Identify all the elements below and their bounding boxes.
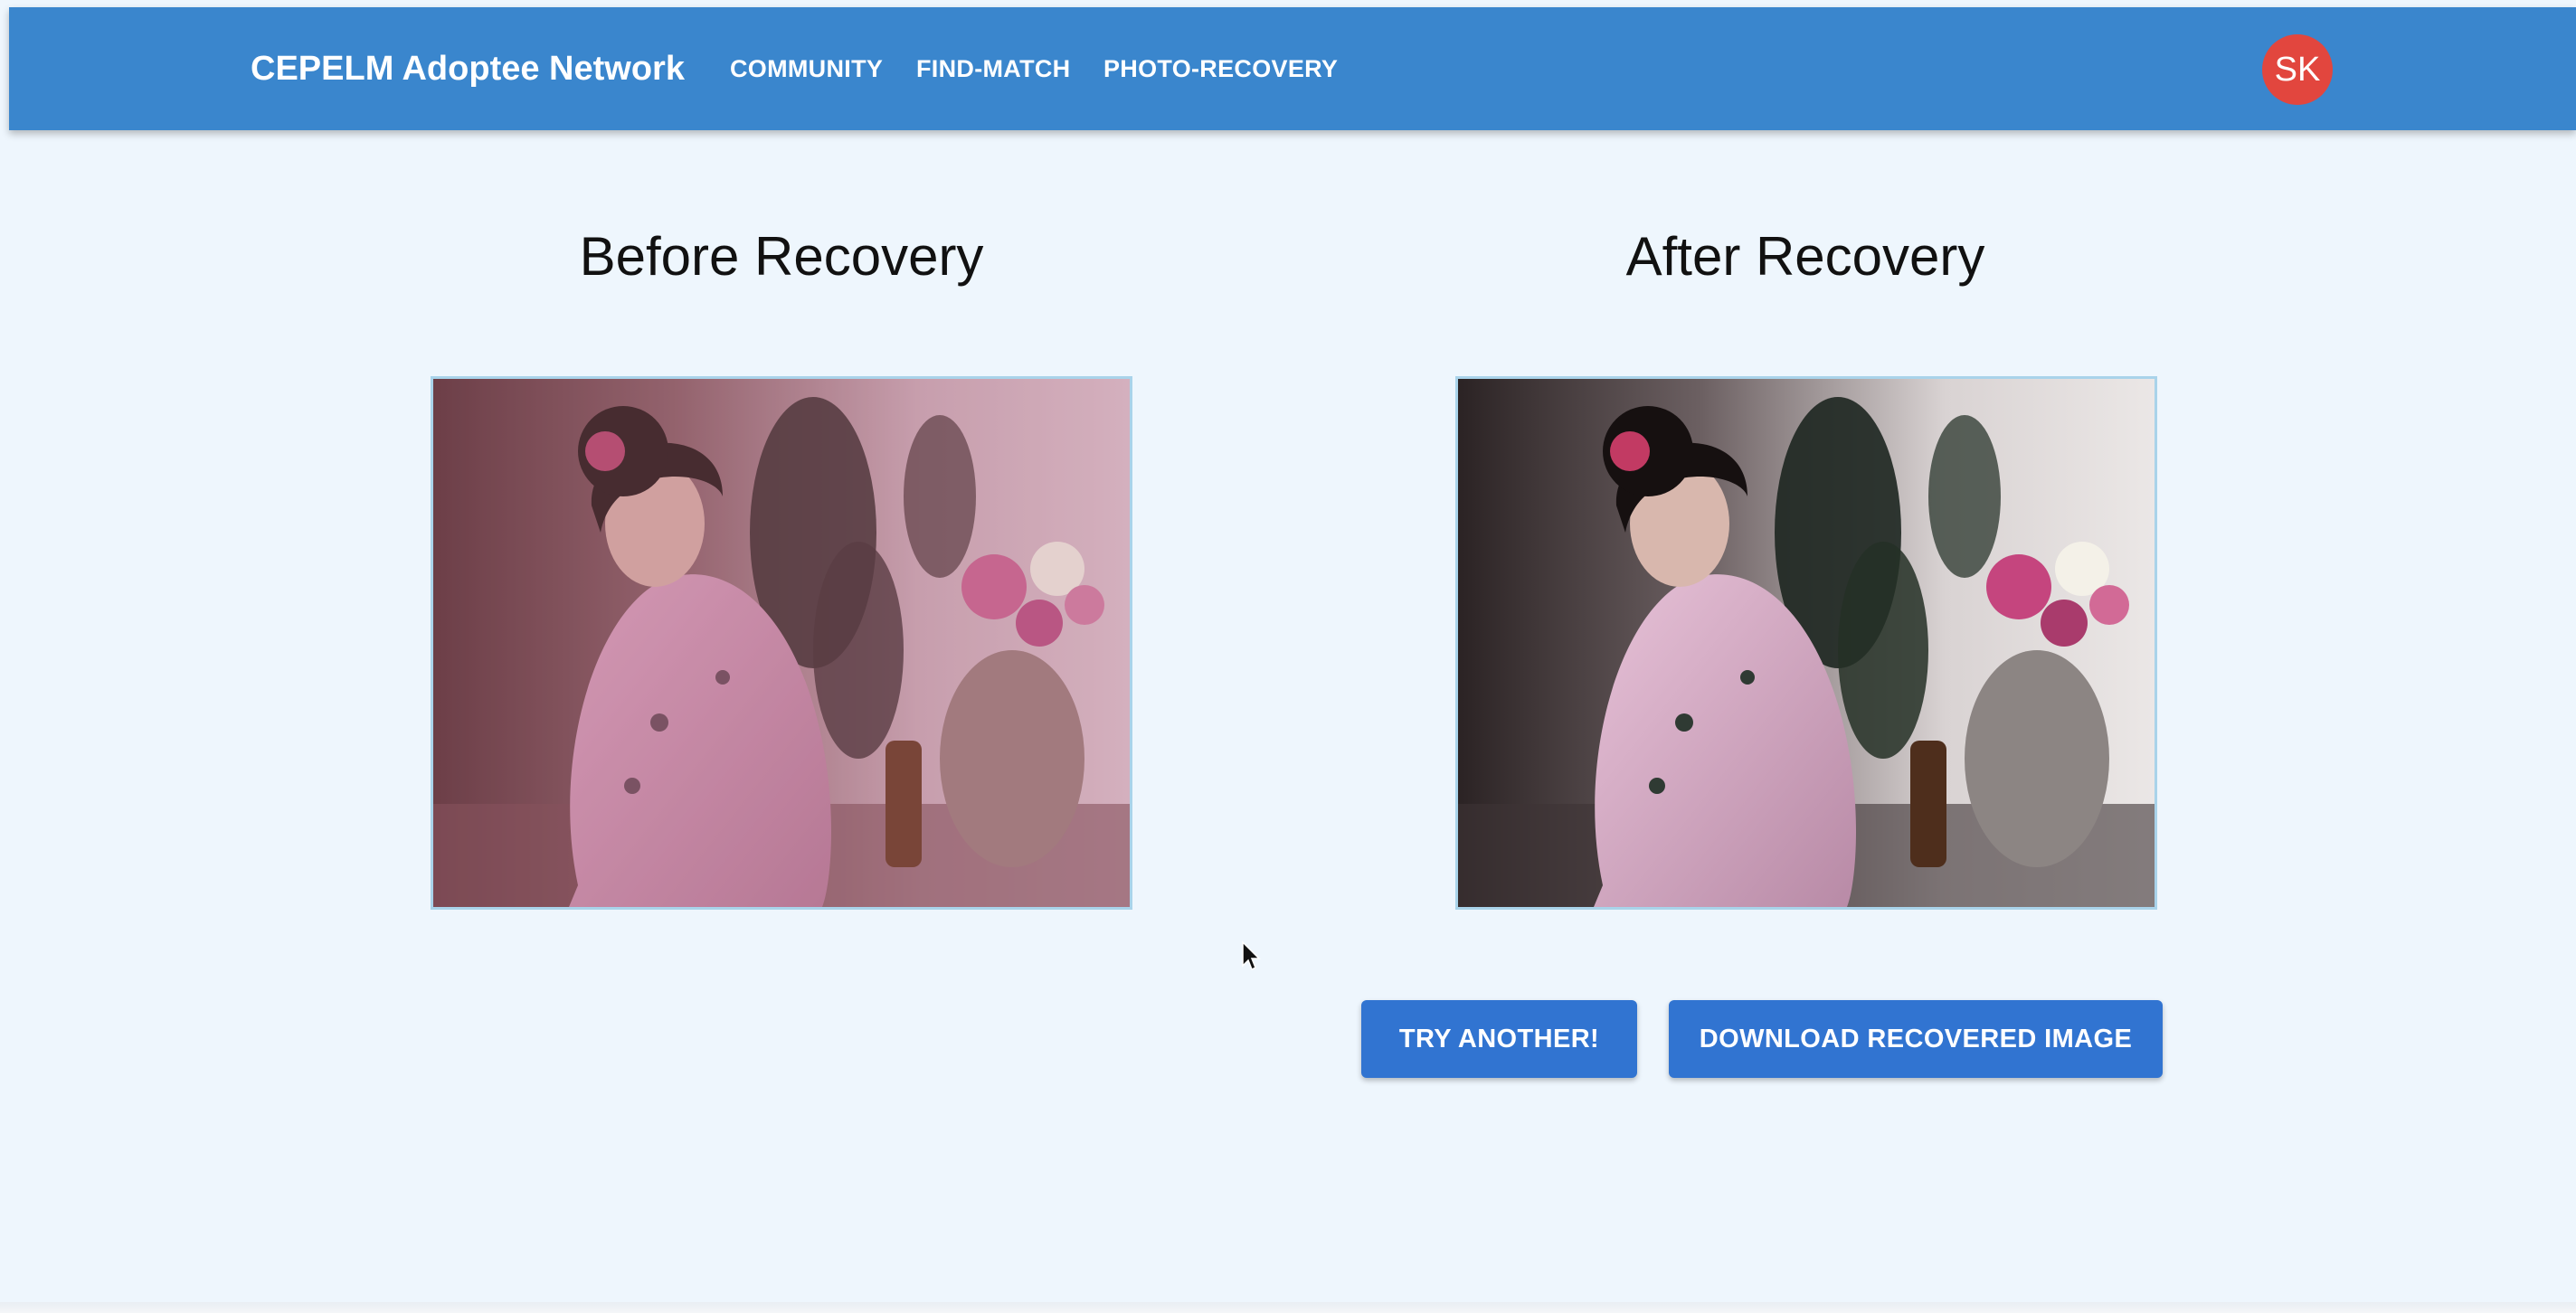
nav-find-match[interactable]: FIND-MATCH xyxy=(916,7,1070,130)
page-bottom-edge xyxy=(0,1302,2576,1313)
nav-photo-recovery[interactable]: PHOTO-RECOVERY xyxy=(1103,7,1338,130)
mouse-cursor-icon xyxy=(1242,940,1261,971)
after-recovery-heading: After Recovery xyxy=(1625,226,1985,287)
photo-recovery-page: CEPELM Adoptee Network COMMUNITY FIND-MA… xyxy=(0,0,2576,1313)
app-bar: CEPELM Adoptee Network COMMUNITY FIND-MA… xyxy=(9,7,2576,130)
user-avatar[interactable]: SK xyxy=(2262,34,2333,105)
restored-portrait-photo-icon xyxy=(1458,379,2155,907)
brand-title[interactable]: CEPELM Adoptee Network xyxy=(251,7,685,130)
before-recovery-heading: Before Recovery xyxy=(579,226,984,287)
faded-portrait-photo-icon xyxy=(433,379,1130,907)
before-recovery-image xyxy=(431,376,1132,910)
try-another-button[interactable]: TRY ANOTHER! xyxy=(1361,1000,1637,1078)
download-recovered-image-button[interactable]: DOWNLOAD RECOVERED IMAGE xyxy=(1669,1000,2163,1078)
nav-community[interactable]: COMMUNITY xyxy=(730,7,883,130)
after-recovery-image xyxy=(1455,376,2157,910)
